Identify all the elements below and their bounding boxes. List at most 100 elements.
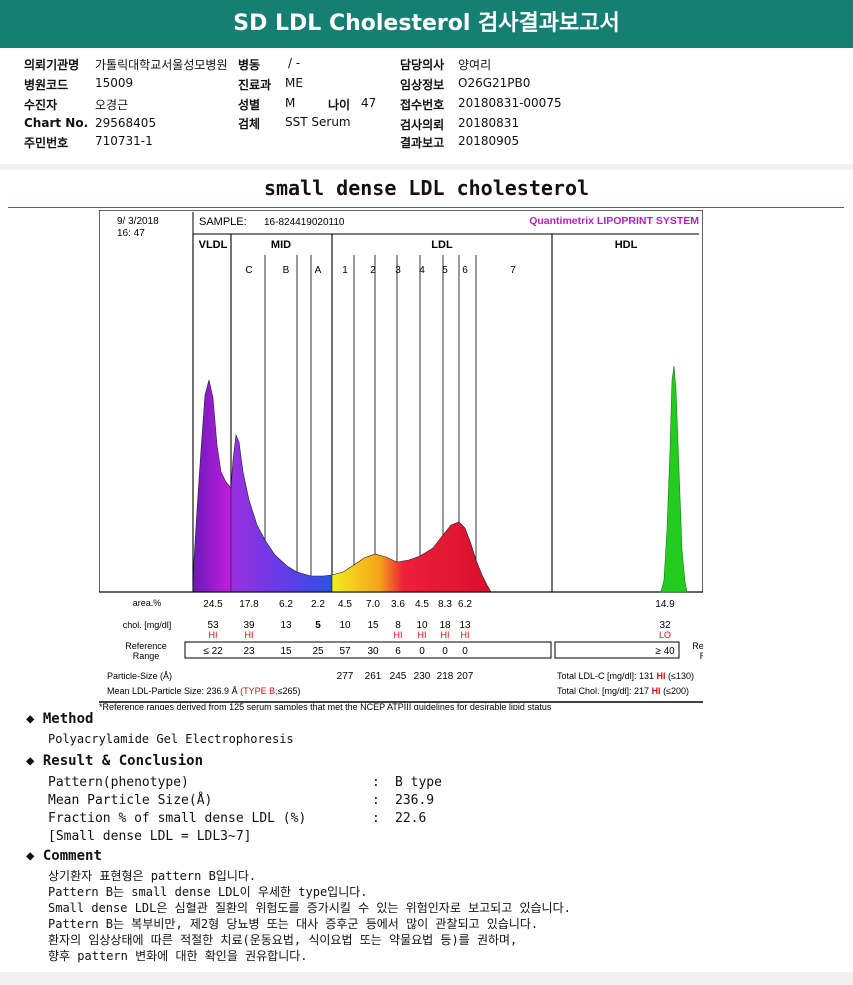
chol-value: 5 [315, 620, 321, 631]
chol-row-label: chol. [mg/dl] [123, 620, 172, 630]
chol-value: 10 [339, 620, 351, 631]
band-label: B [283, 265, 290, 276]
area-value: 17.8 [239, 599, 259, 610]
area-value: 8.3 [438, 599, 452, 610]
result-row-sep: : [372, 775, 380, 790]
receipt-label: 접수번호 [400, 98, 445, 112]
hdl-chol-flag: LO [659, 630, 671, 640]
sex-label: 성별 [238, 98, 261, 112]
comment-line: Small dense LDL은 심혈관 질환의 위험도를 증가시킬 수 있는 … [48, 901, 571, 915]
section-label: MID [271, 239, 291, 251]
diamond-icon: ◆ [26, 848, 35, 864]
id-value: 710731-1 [95, 134, 153, 148]
clinical-value: O26G21PB0 [458, 76, 531, 90]
ref-value: 23 [243, 646, 255, 657]
clinical-label: 임상정보 [400, 78, 445, 92]
result-row-sep: : [372, 793, 380, 808]
area-value: 3.6 [391, 599, 405, 610]
comment-title: Comment [42, 848, 102, 864]
chol-flag: HI [209, 630, 218, 640]
specimen-value: SST Serum [285, 115, 351, 129]
result-row-label: Mean Particle Size(Å) [48, 793, 213, 808]
ref-value: 0 [442, 646, 448, 657]
ref-right-label: Reference [692, 641, 703, 651]
doctor-value: 양여리 [458, 58, 492, 72]
chol-flag: HI [245, 630, 254, 640]
chol-value: 13 [280, 620, 292, 631]
chol-flag: HI [418, 630, 427, 640]
ward-label: 병동 [238, 58, 261, 72]
code-value: 15009 [95, 76, 134, 90]
ref-value: 25 [312, 646, 324, 657]
band-label: A [315, 265, 322, 276]
area-value: 6.2 [279, 599, 293, 610]
band-label: 6 [462, 265, 468, 276]
total-chol: Total Chol. [mg/dl]: 217 HI (≤200) [557, 686, 689, 696]
result-row-value: 236.9 [395, 793, 435, 808]
patient-label: 수진자 [24, 98, 58, 112]
ward-value: / - [288, 56, 301, 70]
age-label: 나이 [328, 98, 351, 112]
hospital-label: 의뢰기관명 [24, 58, 80, 72]
result-row-value: 22.6 [395, 811, 427, 826]
result-row-value: B type [395, 775, 442, 790]
doctor-label: 담당의사 [400, 58, 445, 72]
subtitle-rule [8, 207, 844, 208]
diamond-icon: ◆ [26, 711, 35, 727]
specimen-label: 검체 [238, 117, 261, 131]
code-label: 병원코드 [24, 78, 69, 92]
comment-title-row: ◆ Comment [26, 848, 102, 864]
ref-value: 6 [395, 646, 401, 657]
ref-value: 15 [280, 646, 292, 657]
mean-particle-size: Mean LDL-Particle Size: 236.9 Å (TYPE B;… [107, 686, 301, 696]
sample-id: 16-824419020110 [264, 217, 345, 228]
area-value: 4.5 [415, 599, 429, 610]
area-value: 2.2 [311, 599, 325, 610]
receipt-value: 20180831-00075 [458, 96, 562, 110]
area-value: 6.2 [458, 599, 472, 610]
ref-value: 0 [419, 646, 425, 657]
patient-info: 의뢰기관명 가톨릭대학교서울성모병원 병동 / - 담당의사 양여리 병원코드 … [0, 48, 853, 164]
section-label: VLDL [199, 239, 228, 251]
chol-flag: HI [394, 630, 403, 640]
footnote: *Reference ranges derived from 125 serum… [99, 702, 552, 710]
particle-value: 230 [414, 671, 431, 682]
request-label: 검사의뢰 [400, 118, 445, 132]
patient-value: 오경근 [95, 98, 129, 112]
age-value: 47 [361, 96, 377, 110]
id-label: 주민번호 [24, 136, 69, 150]
ref-right-label: Range [700, 651, 703, 661]
report-date: 9/ 3/2018 [117, 216, 159, 227]
particle-value: 245 [390, 671, 407, 682]
particle-value: 277 [337, 671, 354, 682]
method-title: Method [42, 711, 94, 727]
sample-label: SAMPLE: [199, 216, 247, 228]
diamond-icon: ◆ [26, 753, 35, 769]
dept-label: 진료과 [238, 78, 272, 92]
chol-flag: HI [461, 630, 470, 640]
comment-line: 향후 pattern 변화에 대한 확인을 권유합니다. [48, 949, 308, 963]
area-value: 4.5 [338, 599, 352, 610]
band-label: 7 [510, 265, 516, 276]
particle-value: 218 [437, 671, 454, 682]
ref-value: ≤ 22 [203, 646, 223, 657]
ref-row-label: Reference [125, 641, 167, 651]
comment-line: 상기환자 표현형은 pattern B입니다. [48, 869, 257, 883]
result-note: [Small dense LDL = LDL3~7] [48, 829, 252, 844]
section-label: HDL [615, 239, 638, 251]
particle-row-label: Particle-Size (Å) [107, 671, 172, 681]
sex-value: M [285, 96, 296, 110]
ref-value: 57 [339, 646, 351, 657]
result-row-sep: : [372, 811, 380, 826]
band-label: C [245, 265, 252, 276]
band-label: 2 [370, 265, 376, 276]
ref-row-label: Range [133, 651, 160, 661]
hospital-value: 가톨릭대학교서울성모병원 [95, 58, 228, 72]
total-ldl: Total LDL-C [mg/dl]: 131 HI (≤130) [557, 671, 694, 681]
particle-value: 261 [365, 671, 382, 682]
section-label: LDL [431, 239, 453, 251]
area-value: 7.0 [366, 599, 380, 610]
section-subtitle: small dense LDL cholesterol [263, 176, 590, 200]
method-title-row: ◆ Method [26, 711, 93, 727]
result-row-label: Fraction % of small dense LDL (%) [48, 811, 307, 826]
